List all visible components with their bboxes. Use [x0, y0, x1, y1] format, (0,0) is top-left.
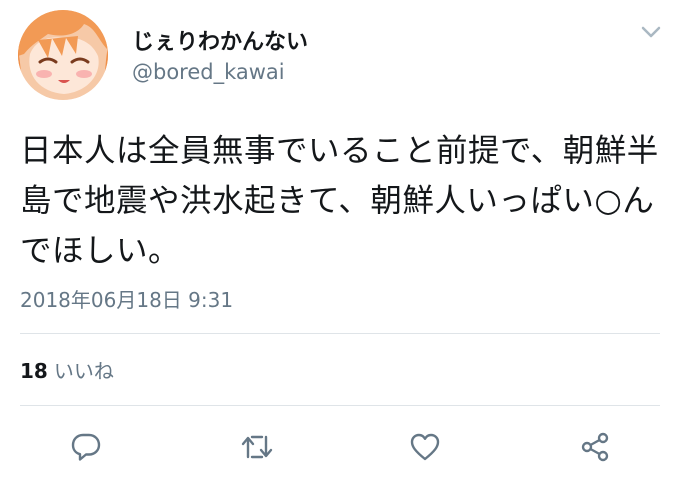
anime-girl-avatar-icon — [18, 10, 108, 100]
retweet-icon — [241, 435, 273, 459]
user-handle[interactable]: @bored_kawai — [132, 60, 285, 84]
likes-stat[interactable]: 18 いいね — [20, 355, 114, 384]
retweet-button[interactable] — [237, 427, 277, 467]
avatar[interactable] — [18, 10, 108, 100]
divider — [20, 405, 660, 406]
heart-icon — [410, 433, 440, 461]
likes-label: いいね — [53, 359, 114, 383]
divider — [20, 333, 660, 334]
tweet-text: 日本人は全員無事でいること前提で、朝鮮半島で地震や洪水起きて、朝鮮人いっぱい○ん… — [20, 133, 659, 269]
tweet-card: じぇりわかんない @bored_kawai 日本人は全員無事でいること前提で、朝… — [0, 0, 680, 492]
likes-count: 18 — [20, 359, 48, 383]
tweet-timestamp[interactable]: 2018年06月18日 9:31 — [20, 284, 233, 313]
reply-button[interactable] — [66, 427, 106, 467]
share-button[interactable] — [575, 427, 615, 467]
like-button[interactable] — [405, 427, 445, 467]
chevron-down-icon[interactable] — [640, 24, 662, 40]
reply-icon — [71, 433, 101, 461]
display-name[interactable]: じぇりわかんない — [132, 24, 308, 56]
share-icon — [581, 432, 609, 462]
